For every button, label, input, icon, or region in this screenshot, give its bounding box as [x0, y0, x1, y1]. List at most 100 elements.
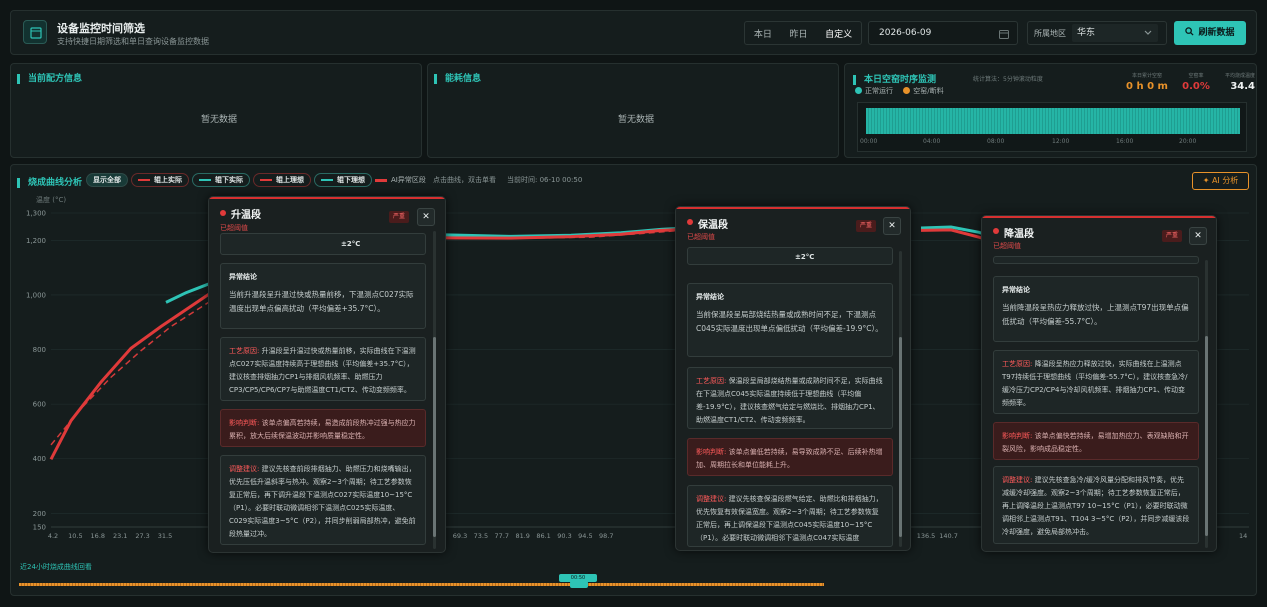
- x-tick-label: 77.7: [495, 532, 509, 540]
- legend-idle: 空窑/断料: [913, 87, 944, 95]
- impact-card: 影响判断: 该单点偏高若持续，易造成前段热冲过强与热应力累积，放大后续保温波动并…: [220, 409, 426, 447]
- search-icon: [1185, 27, 1195, 36]
- adjust-card: 调整建议: 建议先核查急冷/缓冷风量分配和排风节奏，优先减缓冷却强度。观察2~3…: [993, 466, 1199, 544]
- ai-popup-cooling: 降温段 已超阈值 严重 ✕ 异常结论 当前降温段呈热应力释放过快，上温测点T97…: [981, 215, 1217, 552]
- close-icon[interactable]: ✕: [417, 208, 435, 226]
- legend-run: 正常运行: [865, 87, 893, 95]
- idle-tick: 12:00: [1052, 138, 1070, 145]
- x-tick-label: 94.5: [578, 532, 592, 540]
- close-icon[interactable]: ✕: [883, 217, 901, 235]
- y-tick-label: 150: [33, 524, 46, 532]
- calendar-small-icon: [999, 30, 1009, 39]
- page-subtitle: 支持快捷日期筛选和单日查询设备监控数据: [57, 37, 209, 46]
- impact-card: 影响判断: 该单点偏快若持续，易增加热应力、表观缺陷和开裂风险，影响成品稳定性。: [993, 422, 1199, 460]
- region-select[interactable]: 华东: [1072, 24, 1158, 42]
- close-icon[interactable]: ✕: [1189, 227, 1207, 245]
- popup-title: 降温段: [1004, 229, 1034, 240]
- x-tick-label: 4.2: [48, 532, 58, 540]
- x-tick-label: 81.9: [515, 532, 529, 540]
- y-tick-label: 600: [33, 401, 46, 409]
- x-tick-label: 23.1: [113, 532, 127, 540]
- y-tick-label: 200: [33, 510, 46, 518]
- x-tick-label: 90.3: [557, 532, 571, 540]
- day-yesterday-button[interactable]: 昨日: [789, 27, 807, 40]
- severity-badge: 严重: [389, 211, 410, 223]
- chevron-down-icon: [1144, 30, 1152, 35]
- scrollbar-thumb[interactable]: [1205, 336, 1208, 536]
- popup-title: 升温段: [231, 210, 261, 221]
- refresh-button[interactable]: 刷新数据: [1174, 21, 1246, 45]
- popup-title: 保温段: [698, 220, 728, 231]
- adjust-card: 调整建议: 建议先核查前段排烟抽力、助燃压力和烧嘴输出，优先压低升温斜率与热冲。…: [220, 455, 426, 545]
- page-title: 设备监控时间筛选: [57, 22, 145, 35]
- filter-header: 设备监控时间筛选 支持快捷日期筛选和单日查询设备监控数据 本日 昨日 自定义 2…: [10, 10, 1257, 55]
- adjust-card: 调整建议: 建议先核查保温段燃气给定、助燃比和排烟抽力，优先恢复有效保温宽度。观…: [687, 485, 893, 547]
- stat-idle-rate: 空窑率 0.0%: [1182, 73, 1210, 92]
- popup-status: 已超阈值: [993, 242, 1021, 250]
- process-card: 工艺原因: 保温段呈局部烧结热量或成熟时间不足，实际曲线在下温测点C045实际温…: [687, 367, 893, 429]
- idle-tick: 04:00: [923, 138, 941, 145]
- stat-avg-temp: 平均烧成温度 34.4: [1224, 73, 1255, 92]
- timeline-track[interactable]: [19, 583, 824, 586]
- conclusion-card: 异常结论 当前降温段呈热应力释放过快，上温测点T97出现单点偏低扰动（平均偏差-…: [993, 276, 1199, 342]
- severity-badge: 严重: [856, 220, 877, 232]
- process-card: 工艺原因: 降温段呈热应力释放过快，实际曲线在上温测点T97持续低于理想曲线（平…: [993, 350, 1199, 414]
- day-segment: 本日 昨日 自定义: [744, 21, 862, 45]
- recipe-panel: 当前配方信息 暂无数据: [10, 63, 422, 158]
- y-tick-label: 800: [33, 346, 46, 354]
- y-tick-label: 1,200: [26, 237, 46, 245]
- refresh-label: 刷新数据: [1198, 28, 1235, 38]
- x-tick-label: 73.5: [474, 532, 488, 540]
- x-tick-label: 98.7: [599, 532, 613, 540]
- y-tick-label: 400: [33, 455, 46, 463]
- run-status-bar: [866, 108, 1240, 134]
- timeline-label: 近24小时烧成曲线回看: [20, 563, 92, 571]
- ai-popup-holding: 保温段 已超阈值 严重 ✕ ±2°C 异常结论 当前保温段呈局部烧结热量或成熟时…: [675, 206, 911, 551]
- scrollbar-thumb[interactable]: [433, 337, 436, 537]
- date-picker-input[interactable]: 2026-06-09: [868, 21, 1018, 45]
- tolerance: ±2°C: [795, 253, 815, 261]
- x-tick-label: 16.8: [91, 532, 105, 540]
- legend-run-dot: [855, 87, 862, 94]
- region-filter: 所属地区 华东: [1027, 21, 1167, 45]
- idle-tick: 20:00: [1179, 138, 1197, 145]
- y-axis-label: 温度 (°C): [36, 195, 66, 204]
- x-tick-label: 140.7: [939, 532, 958, 540]
- popup-status: 已超阈值: [687, 233, 715, 241]
- x-tick-label: 27.3: [135, 532, 149, 540]
- day-today-button[interactable]: 本日: [754, 27, 772, 40]
- energy-empty: 暂无数据: [618, 115, 655, 125]
- conclusion-card: 异常结论 当前保温段呈局部烧结热量或成熟时间不足，下温测点C045实际温度出现单…: [687, 283, 893, 357]
- y-tick-label: 1,300: [26, 210, 46, 218]
- x-tick-label: 86.1: [536, 532, 550, 540]
- idle-tick: 08:00: [987, 138, 1005, 145]
- y-axis: 150 200 400 600 800 1,000 1,200 1,300: [26, 210, 46, 532]
- day-custom-button[interactable]: 自定义: [825, 27, 852, 40]
- idle-timeline: 00:00 04:00 08:00 12:00 16:00 20:00: [857, 102, 1247, 152]
- y-tick-label: 1,000: [26, 291, 46, 299]
- idle-title: 本日空窑时序监测: [864, 75, 937, 85]
- region-label: 所属地区: [1034, 28, 1066, 38]
- legend-idle-dot: [903, 87, 911, 94]
- process-card: 工艺原因: 升温段呈升温过快或热量前移，实际曲线在下温测点C027实际温度持续高…: [220, 337, 426, 401]
- alert-dot-icon: [687, 219, 693, 225]
- popup-status: 已超阈值: [220, 224, 248, 232]
- alert-dot-icon: [993, 228, 999, 234]
- calendar-icon: [23, 20, 47, 44]
- tolerance: ±2°C: [341, 240, 361, 248]
- x-tick-label: 136.5: [917, 532, 936, 540]
- alert-dot-icon: [220, 210, 226, 216]
- energy-title: 能耗信息: [445, 74, 482, 84]
- recipe-empty: 暂无数据: [201, 115, 238, 125]
- energy-panel: 能耗信息 暂无数据: [427, 63, 839, 158]
- idle-algo: 统计算法：5分钟滚动粒度: [973, 76, 1043, 83]
- timeline-handle[interactable]: [570, 581, 588, 588]
- impact-card: 影响判断: 该单点偏低若持续，易导致成熟不足、后续补热增加、周期拉长和单位能耗上…: [687, 438, 893, 476]
- x-tick-label: 14: [1239, 532, 1247, 540]
- scrollbar-thumb[interactable]: [899, 337, 902, 537]
- conclusion-card: 异常结论 当前升温段呈升温过快或热量前移，下温测点C027实际温度出现单点偏高扰…: [220, 263, 426, 329]
- stat-idle-time: 本日累计空窑 0 h 0 m: [1126, 73, 1168, 92]
- x-tick-label: 10.5: [68, 532, 82, 540]
- recipe-title: 当前配方信息: [28, 74, 83, 84]
- region-value: 华东: [1077, 28, 1096, 38]
